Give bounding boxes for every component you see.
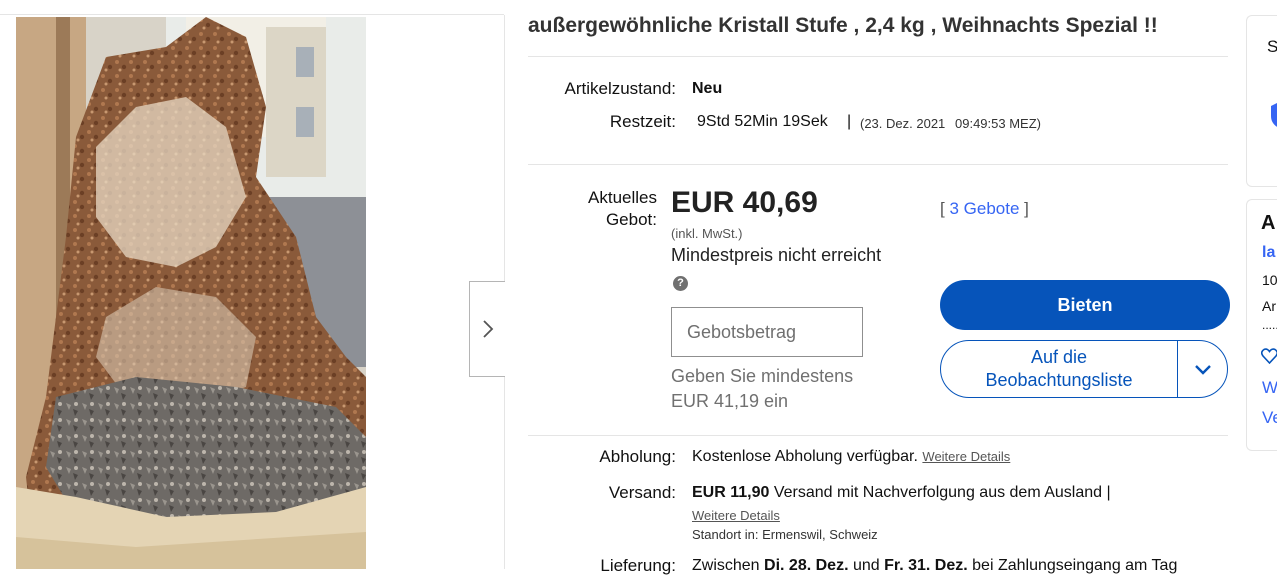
seller-card-title: S	[1267, 37, 1277, 56]
divider	[528, 164, 1228, 165]
watchlist-button-group: Auf die Beobachtungsliste	[940, 340, 1228, 398]
bid-count-link[interactable]: 3 Gebote	[949, 199, 1019, 218]
bracket-open: [	[940, 199, 945, 218]
pickup-details-link[interactable]: Weitere Details	[922, 449, 1010, 464]
current-bid-label-line2: Gebot:	[605, 210, 657, 229]
bid-amount-input[interactable]	[685, 308, 859, 356]
delivery-suffix: bei Zahlungseingang am Tag	[967, 557, 1178, 574]
watchlist-dropdown-button[interactable]	[1178, 341, 1227, 397]
heart-icon[interactable]	[1261, 348, 1277, 364]
chevron-right-icon	[482, 320, 493, 338]
seller-card: S	[1246, 15, 1277, 187]
minimum-bid-line1: Geben Sie mindestens	[671, 366, 854, 386]
seller-name-link[interactable]: la	[1262, 244, 1275, 262]
shipping-details-wrap: Weitere Details	[692, 507, 780, 525]
more-link[interactable]: Ve	[1262, 408, 1277, 428]
pickup-value: Kostenlose Abholung verfügbar.	[692, 448, 918, 465]
next-image-button[interactable]	[469, 281, 505, 377]
shipping-info: EUR 11,90 Versand mit Nachverfolgung aus…	[692, 484, 1111, 502]
current-bid-label-line1: Aktuelles	[588, 188, 657, 207]
bracket-close: ]	[1024, 199, 1029, 218]
watchlist-label-line2: Beobachtungsliste	[985, 370, 1133, 390]
info-card-title: A	[1261, 212, 1276, 234]
listing-title: außergewöhnliche Kristall Stufe , 2,4 kg…	[528, 14, 1158, 37]
current-price: EUR 40,69	[671, 186, 818, 219]
watch-link[interactable]: W	[1262, 378, 1277, 398]
time-left-value: 9Std 52Min 19Sek	[697, 113, 828, 130]
item-location: Standort in: Ermenswil, Schweiz	[692, 527, 878, 542]
info-card: A la 10 Ar ...... W Ve	[1246, 199, 1277, 451]
time-left-label: Restzeit:	[609, 112, 676, 131]
shipping-price: EUR 11,90	[692, 484, 770, 501]
bid-amount-field[interactable]	[671, 307, 863, 357]
current-bid-label: Aktuelles Gebot:	[588, 187, 657, 231]
add-to-watchlist-button[interactable]: Auf die Beobachtungsliste	[941, 341, 1178, 397]
delivery-date-from: Di. 28. Dez.	[764, 557, 849, 574]
feedback-count: 10	[1262, 272, 1277, 288]
place-bid-button[interactable]: Bieten	[940, 280, 1230, 330]
shipping-text: Versand mit Nachverfolgung aus dem Ausla…	[773, 484, 1111, 501]
tax-note: (inkl. MwSt.)	[671, 226, 743, 241]
delivery-label: Lieferung:	[600, 556, 676, 575]
condition-value: Neu	[692, 80, 723, 97]
divider	[528, 56, 1228, 57]
info-line: Ar	[1262, 298, 1276, 314]
product-image[interactable]	[16, 17, 366, 569]
end-time: 09:49:53 MEZ)	[955, 116, 1041, 131]
pickup-label: Abholung:	[599, 447, 676, 466]
pickup-info: Kostenlose Abholung verfügbar. Weitere D…	[692, 448, 1010, 466]
divider	[528, 435, 1228, 436]
minimum-bid-line2: EUR 41,19 ein	[671, 391, 789, 411]
reserve-status: Mindestpreis nicht erreicht	[671, 245, 882, 265]
minimum-bid-hint: Geben Sie mindestens EUR 41,19 ein	[671, 364, 853, 414]
help-icon[interactable]: ?	[673, 276, 688, 291]
bid-count: [ 3 Gebote ]	[940, 199, 1029, 219]
delivery-and: und	[848, 557, 885, 574]
shipping-label: Versand:	[608, 483, 676, 502]
shield-icon	[1271, 103, 1277, 127]
time-separator: |	[847, 113, 852, 130]
delivery-info: Zwischen Di. 28. Dez. und Fr. 31. Dez. b…	[692, 557, 1177, 575]
watchlist-label-line1: Auf die	[1030, 347, 1088, 367]
end-date: (23. Dez. 2021	[860, 116, 946, 131]
condition-label: Artikelzustand:	[564, 79, 677, 98]
chevron-down-icon	[1194, 364, 1211, 375]
shipping-details-link[interactable]: Weitere Details	[692, 508, 780, 523]
dotted-separator: ......	[1262, 318, 1277, 332]
delivery-date-to: Fr. 31. Dez.	[884, 557, 968, 574]
delivery-prefix: Zwischen	[692, 557, 765, 574]
